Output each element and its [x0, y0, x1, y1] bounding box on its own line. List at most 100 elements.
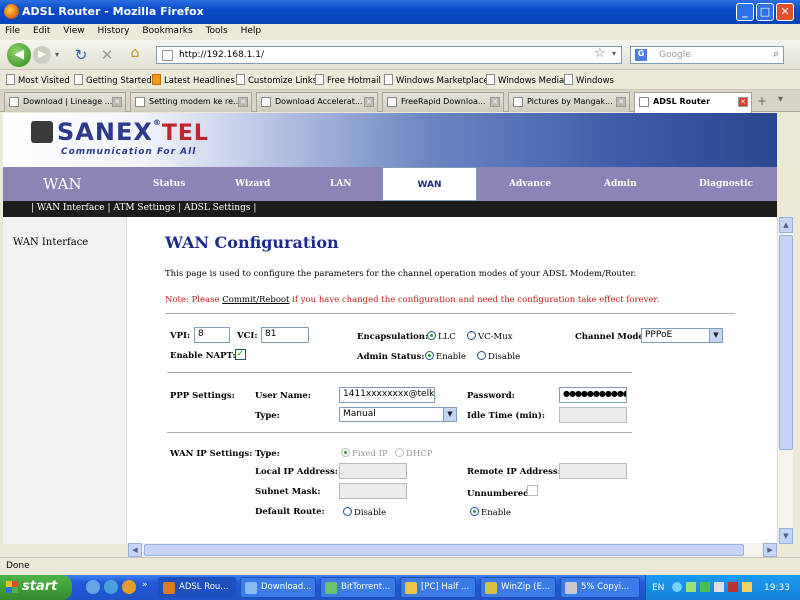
nav-status[interactable]: Status: [153, 179, 185, 189]
ppp-type-select[interactable]: Manual ▼: [339, 407, 457, 422]
router-banner: SANEX®TEL Communication For All: [3, 113, 777, 167]
commit-reboot-link[interactable]: Commit/Reboot: [222, 295, 289, 305]
maximize-button[interactable]: □: [756, 3, 774, 21]
encap-vcmux-radio[interactable]: VC-Mux: [467, 331, 513, 342]
vpi-input[interactable]: 8: [194, 327, 230, 343]
scroll-thumb[interactable]: [144, 544, 744, 556]
tab-close-icon[interactable]: ✕: [738, 97, 748, 107]
bookmark-windows-marketplace[interactable]: Windows Marketplace: [384, 74, 489, 86]
tab-close-icon[interactable]: ✕: [364, 97, 374, 107]
nav-advance[interactable]: Advance: [509, 179, 551, 189]
tab-adsl-router[interactable]: ADSL Router ✕: [634, 92, 752, 113]
close-window-button[interactable]: ✕: [776, 3, 794, 21]
channel-mode-select[interactable]: PPPoE ▼: [641, 328, 723, 343]
tray-icon[interactable]: [700, 582, 710, 592]
admin-enable-radio[interactable]: Enable: [425, 351, 466, 362]
sidebar-item-wan-interface[interactable]: WAN Interface: [13, 237, 88, 248]
status-text: Done: [6, 561, 30, 571]
tab-pictures[interactable]: Pictures by Mangak... ✕: [508, 92, 630, 112]
menu-help[interactable]: Help: [236, 24, 267, 38]
scroll-thumb[interactable]: [779, 235, 793, 450]
tab-setting-modem[interactable]: Setting modem ke re... ✕: [130, 92, 252, 112]
tray-icon[interactable]: [686, 582, 696, 592]
scroll-right-icon[interactable]: ▶: [763, 543, 777, 557]
tab-list-icon[interactable]: ▾: [778, 94, 783, 105]
nav-wan[interactable]: WAN: [382, 167, 477, 201]
menu-history[interactable]: History: [92, 24, 134, 38]
bookmark-getting-started[interactable]: Getting Started: [74, 74, 152, 86]
history-dropdown-icon[interactable]: ▾: [55, 50, 59, 59]
new-tab-icon[interactable]: +: [757, 94, 767, 108]
ie-icon[interactable]: [104, 580, 118, 594]
expand-icon[interactable]: »: [142, 580, 148, 590]
default-route-enable-radio[interactable]: Enable: [470, 507, 511, 518]
horizontal-scrollbar[interactable]: ◀ ▶: [128, 543, 777, 557]
tab-close-icon[interactable]: ✕: [490, 97, 500, 107]
taskbar-item-bittorrent[interactable]: BitTorrent...: [320, 577, 396, 598]
taskbar-item-winzip[interactable]: WinZip (E...: [480, 577, 556, 598]
tab-close-icon[interactable]: ✕: [112, 97, 122, 107]
language-indicator[interactable]: EN: [652, 583, 664, 593]
search-input[interactable]: G Google ⌕: [630, 46, 784, 64]
sub-nav[interactable]: | WAN Interface | ATM Settings | ADSL Se…: [3, 201, 777, 217]
back-button[interactable]: ◀: [7, 43, 31, 67]
napt-checkbox[interactable]: ✓: [235, 349, 246, 360]
tab-freerapid[interactable]: FreeRapid Downloa... ✕: [382, 92, 504, 112]
admin-disable-radio[interactable]: Disable: [477, 351, 520, 362]
start-button[interactable]: start: [0, 575, 72, 600]
home-icon[interactable]: ⌂: [125, 45, 145, 65]
tab-close-icon[interactable]: ✕: [238, 97, 248, 107]
taskbar-item-folder[interactable]: [PC] Half ...: [400, 577, 476, 598]
taskbar-item-download[interactable]: Download...: [240, 577, 316, 598]
search-icon[interactable]: ⌕: [773, 47, 779, 61]
vpi-label: VPI:: [170, 331, 191, 341]
firefox-icon[interactable]: [122, 580, 136, 594]
nav-admin[interactable]: Admin: [604, 179, 637, 189]
bookmark-windows[interactable]: Windows: [564, 74, 614, 86]
volume-icon[interactable]: [742, 582, 752, 592]
taskbar-item-adsl[interactable]: ADSL Rou...: [158, 577, 236, 598]
nav-wizard[interactable]: Wizard: [235, 179, 270, 189]
main-nav: WAN Status Wizard LAN WAN Advance Admin …: [3, 167, 777, 201]
tray-icon[interactable]: [714, 582, 724, 592]
tray-icon[interactable]: [672, 582, 682, 592]
scroll-down-icon[interactable]: ▼: [779, 528, 793, 544]
clock[interactable]: 19:33: [764, 583, 790, 593]
vci-input[interactable]: 81: [261, 327, 309, 343]
menu-edit[interactable]: Edit: [28, 24, 55, 38]
username-input[interactable]: 1411xxxxxxxx@telkc: [339, 387, 435, 403]
vertical-scrollbar[interactable]: ▲ ▼: [777, 217, 793, 544]
bookmark-star-icon[interactable]: ☆: [594, 46, 606, 61]
tab-close-icon[interactable]: ✕: [616, 97, 626, 107]
tray-icon[interactable]: [728, 582, 738, 592]
bookmark-windows-media[interactable]: Windows Media: [486, 74, 564, 86]
nav-diagnostic[interactable]: Diagnostic: [699, 179, 753, 189]
quicklaunch-icon[interactable]: [86, 580, 100, 594]
url-bar[interactable]: http://192.168.1.1/: [156, 46, 622, 64]
forward-button[interactable]: ▶: [33, 46, 51, 64]
tab-download-accelerator[interactable]: Download Accelerat... ✕: [256, 92, 378, 112]
default-route-disable-radio[interactable]: Disable: [343, 507, 386, 518]
bookmark-free-hotmail[interactable]: Free Hotmail: [315, 74, 381, 86]
taskbar-item-copying[interactable]: 5% Copyi...: [560, 577, 640, 598]
reload-icon[interactable]: ↻: [72, 46, 90, 64]
nav-lan[interactable]: LAN: [330, 179, 352, 189]
encap-llc-radio[interactable]: LLC: [427, 331, 456, 342]
bookmark-most-visited[interactable]: Most Visited: [6, 74, 70, 86]
scroll-left-icon[interactable]: ◀: [128, 543, 142, 557]
tab-download-lineage[interactable]: Download | Lineage ... ✕: [4, 92, 126, 112]
scroll-up-icon[interactable]: ▲: [779, 217, 793, 233]
minimize-button[interactable]: _: [736, 3, 754, 21]
bookmark-latest-headlines[interactable]: Latest Headlines: [152, 74, 235, 86]
password-input[interactable]: ●●●●●●●●●●●: [559, 387, 627, 403]
stop-icon[interactable]: ✕: [98, 46, 116, 64]
menu-file[interactable]: File: [0, 24, 25, 38]
idle-time-label: Idle Time (min):: [467, 411, 546, 421]
bookmark-customize-links[interactable]: Customize Links: [236, 74, 317, 86]
menu-view[interactable]: View: [58, 24, 89, 38]
menu-bookmarks[interactable]: Bookmarks: [137, 24, 197, 38]
menu-tools[interactable]: Tools: [201, 24, 233, 38]
window-title-bar[interactable]: ADSL Router - Mozilla Firefox _ □ ✕: [0, 0, 800, 24]
page-content: SANEX®TEL Communication For All WAN Stat…: [3, 113, 777, 544]
url-dropdown-icon[interactable]: ▾: [612, 49, 616, 58]
